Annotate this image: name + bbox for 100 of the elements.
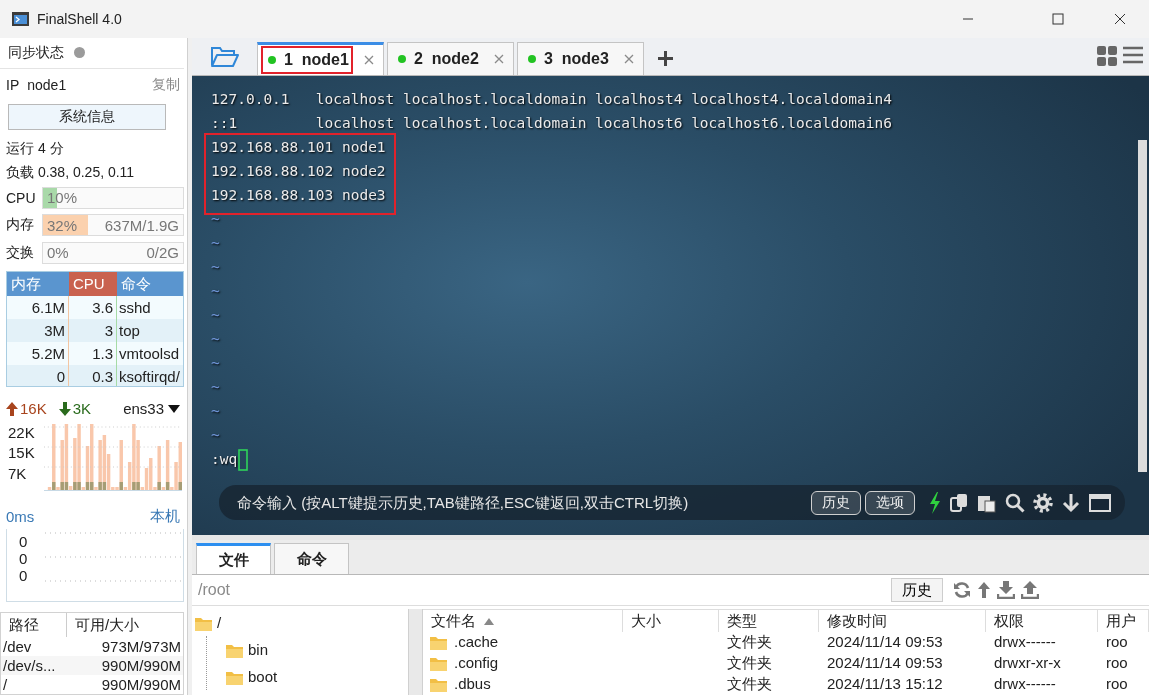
window-icon[interactable] [1089, 492, 1111, 513]
table-cell-text: 文件夹 [726, 632, 773, 652]
grid-layout-icon[interactable] [1097, 46, 1117, 66]
table-cell-text: 2024/11/13 15:12 [826, 674, 944, 694]
panel-tab[interactable]: 文件 [196, 543, 271, 574]
cursor-icon [238, 449, 249, 471]
terminal-line: ::1 localhost localhost.localdomain localhost6 localhost6.localdomain6 [211, 114, 892, 133]
table-cell-text: /dev [2, 637, 33, 657]
history-button[interactable]: 历史 [891, 578, 943, 602]
table-cell-text: drwxr-xr-x [993, 653, 1062, 673]
lightning-icon[interactable] [929, 491, 941, 514]
copy-link[interactable]: 复制 [152, 76, 180, 95]
terminal-logo-icon [12, 11, 29, 27]
file-name[interactable]: .config [454, 652, 499, 673]
scrollbar[interactable] [408, 609, 423, 695]
meter-percent: 0% [47, 244, 69, 262]
column-header[interactable]: 用户 [1098, 610, 1149, 632]
panel-tab[interactable]: 命令 [274, 543, 349, 574]
column-header[interactable]: 大小 [623, 610, 719, 632]
tree-item[interactable]: bin [248, 641, 269, 658]
close-icon[interactable] [363, 54, 375, 66]
upload-speed: 16K [20, 400, 47, 418]
close-icon[interactable] [623, 53, 635, 65]
system-info-button[interactable]: 系统信息 [8, 104, 166, 130]
empty-line-marker: ~ [211, 354, 220, 373]
file-name[interactable]: .dbus [454, 673, 491, 694]
upload-icon[interactable] [1021, 581, 1039, 599]
window-title: FinalShell 4.0 [37, 11, 123, 27]
session-tab[interactable]: 3 node3 [517, 42, 644, 75]
interface-dropdown[interactable]: ens33 [123, 400, 180, 418]
table-cell: 0 [7, 364, 69, 386]
refresh-icon[interactable] [953, 581, 971, 599]
search-icon[interactable] [1005, 492, 1025, 513]
empty-line-marker: ~ [211, 402, 220, 421]
table-cell-text: / [2, 675, 9, 695]
column-header[interactable]: 权限 [986, 610, 1098, 632]
command-prompt: :wq [211, 451, 238, 467]
axis-label: 0 [19, 567, 29, 585]
table-cell-text: 2024/11/14 09:53 [826, 632, 944, 652]
empty-line-marker: ~ [211, 306, 220, 325]
column-header[interactable]: 文件名 [423, 610, 623, 632]
table-cell: 6.1M [7, 295, 69, 319]
arrow-down-icon[interactable] [1061, 492, 1081, 513]
table-cell-text: 文件夹 [726, 653, 773, 673]
copy-icon[interactable] [949, 492, 969, 513]
meter-amount: 0/2G [146, 244, 179, 262]
session-tab[interactable]: 2 node2 [387, 42, 514, 75]
tree-item[interactable]: / [217, 614, 222, 631]
folder-icon [210, 44, 240, 69]
empty-line-marker: ~ [211, 234, 220, 253]
table-cell-text: roo [1105, 674, 1129, 694]
scrollbar[interactable] [1138, 140, 1147, 472]
sync-status-label: 同步状态 [8, 43, 64, 62]
meter-label: 内存 [6, 216, 35, 235]
column-header[interactable]: 可用/大小 [67, 613, 183, 638]
sort-arrow-icon [484, 617, 494, 625]
table-cell-text: drwx------ [993, 632, 1057, 652]
axis-label: 0 [19, 550, 29, 568]
file-name[interactable]: .cache [454, 631, 499, 652]
table-cell: vmtoolsd [117, 341, 183, 365]
axis-label: 22K [8, 424, 36, 442]
load-average-text: 负载 0.38, 0.25, 0.11 [6, 162, 136, 182]
meter-label: 交换 [6, 243, 35, 262]
meter-amount: 637M/1.9G [104, 216, 179, 234]
empty-line-marker: ~ [211, 378, 220, 397]
axis-label: 0 [19, 533, 29, 551]
terminal-line: 192.168.88.102 node2 [211, 162, 386, 181]
table-cell: ksoftirqd/ [117, 364, 183, 386]
column-header[interactable]: 类型 [719, 610, 819, 632]
host-name: node1 [27, 77, 68, 94]
tree-item[interactable]: boot [248, 668, 278, 685]
table-cell-text: 文件夹 [726, 674, 773, 694]
menu-icon[interactable] [1123, 46, 1143, 64]
close-icon[interactable] [493, 53, 505, 65]
command-bar-button[interactable]: 历史 [811, 490, 861, 515]
column-header[interactable]: 路径 [1, 613, 67, 638]
empty-line-marker: ~ [211, 282, 220, 301]
table-cell: 3.6 [69, 295, 117, 319]
axis-label: 7K [8, 464, 28, 482]
meter-label: CPU [6, 189, 37, 206]
close-icon [1114, 13, 1126, 25]
column-header[interactable]: 修改时间 [819, 610, 986, 632]
terminal-line: 127.0.0.1 localhost localhost.localdomain localhost4 localhost4.localdomain4 [211, 90, 892, 109]
table-cell: /dev/s... [1, 656, 67, 676]
table-cell-text: roo [1105, 632, 1129, 652]
download-speed: 3K [72, 400, 92, 418]
session-tab[interactable]: 1 node1 [257, 42, 384, 75]
download-icon[interactable] [997, 581, 1015, 599]
empty-line-marker: ~ [211, 426, 220, 445]
ping-target-link[interactable]: 本机 [150, 506, 180, 526]
empty-line-marker: ~ [211, 210, 220, 229]
arrow-up-icon[interactable] [977, 581, 991, 599]
command-input-field[interactable]: 命令输入 (按ALT键提示历史,TAB键路径,ESC键返回,双击CTRL切换) [219, 485, 807, 520]
settings-icon[interactable] [1033, 492, 1053, 513]
command-bar-button[interactable]: 选项 [865, 490, 915, 515]
column-header[interactable]: CPU [69, 271, 117, 296]
maximize-icon [1052, 13, 1064, 25]
table-cell-text: drwx------ [993, 674, 1057, 694]
table-cell: 3 [69, 318, 117, 342]
add-tab-icon[interactable] [658, 51, 673, 66]
